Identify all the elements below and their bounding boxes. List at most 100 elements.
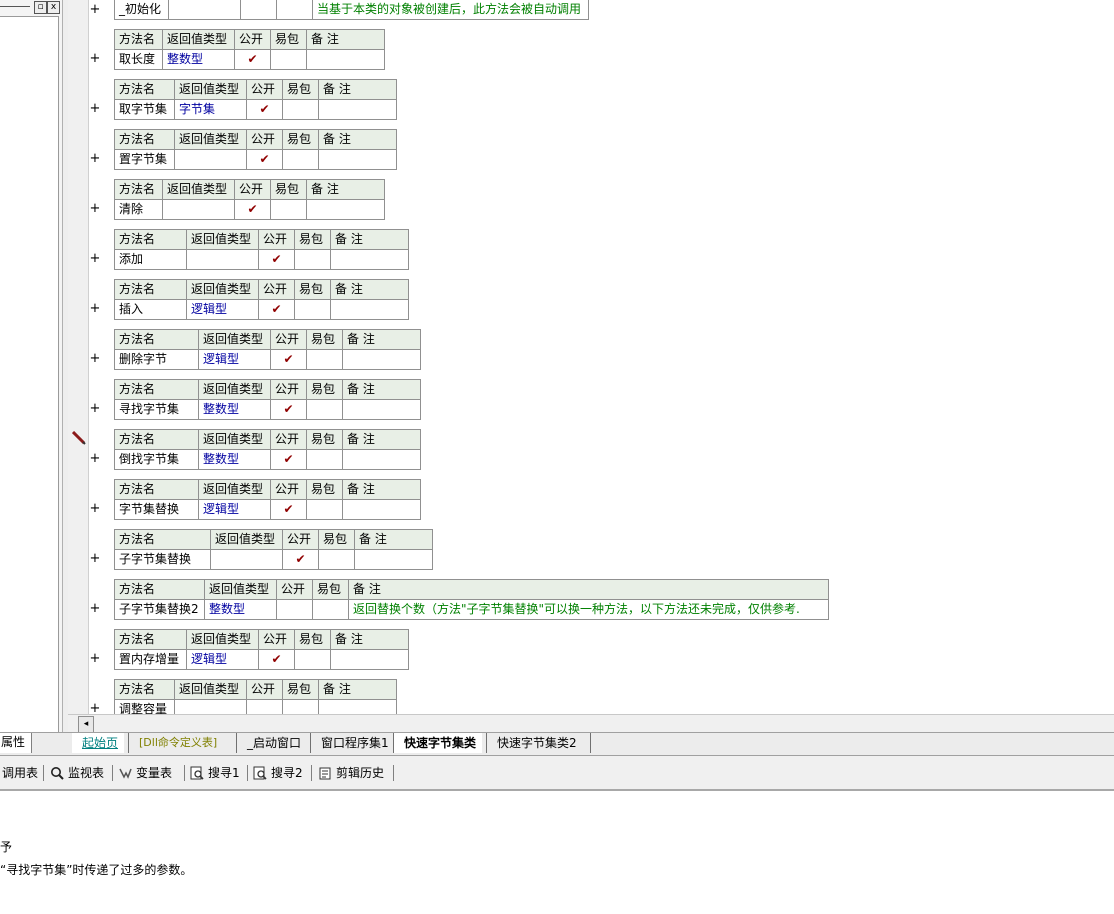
watch-table-button[interactable]: 监视表 xyxy=(50,765,104,781)
method-return-type[interactable] xyxy=(168,0,241,20)
method-easy-package[interactable] xyxy=(294,249,331,270)
method-public-checkbox[interactable]: ✔ xyxy=(246,149,283,170)
method-return-type[interactable] xyxy=(174,699,247,714)
method-easy-package[interactable] xyxy=(306,349,343,370)
method-note[interactable] xyxy=(342,449,421,470)
method-name[interactable]: 字节集替换 xyxy=(114,499,199,520)
method-return-type[interactable]: 整数型 xyxy=(198,399,271,420)
method-return-type[interactable] xyxy=(210,549,283,570)
method-name[interactable]: 取字节集 xyxy=(114,99,175,120)
method-note[interactable] xyxy=(318,99,397,120)
search2-button[interactable]: 搜寻2 xyxy=(253,765,303,781)
method-return-type[interactable] xyxy=(162,199,235,220)
method-name[interactable]: 倒找字节集 xyxy=(114,449,199,470)
method-note[interactable]: 返回替换个数（方法"子字节集替换"可以换一种方法，以下方法还未完成，仅供参考. xyxy=(348,599,829,620)
expand-toggle[interactable]: + xyxy=(89,502,101,516)
method-public[interactable] xyxy=(240,0,277,20)
expand-toggle[interactable]: + xyxy=(89,652,101,666)
method-note[interactable] xyxy=(330,299,409,320)
method-note[interactable] xyxy=(306,199,385,220)
method-note[interactable] xyxy=(342,499,421,520)
expand-toggle[interactable]: + xyxy=(89,702,101,715)
method-name[interactable]: 删除字节 xyxy=(114,349,199,370)
method-note[interactable] xyxy=(306,49,385,70)
method-name[interactable]: 置内存增量 xyxy=(114,649,187,670)
search1-button[interactable]: 搜寻1 xyxy=(190,765,240,781)
method-note[interactable] xyxy=(330,649,409,670)
variable-table-button[interactable]: 变量表 xyxy=(118,765,172,781)
method-public-checkbox[interactable]: ✔ xyxy=(282,549,319,570)
expand-toggle[interactable]: + xyxy=(89,302,101,316)
method-public-checkbox[interactable]: ✔ xyxy=(270,349,307,370)
method-name[interactable]: 置字节集 xyxy=(114,149,175,170)
method-easy-package[interactable] xyxy=(282,699,319,714)
method-return-type[interactable]: 逻辑型 xyxy=(186,299,259,320)
expand-toggle[interactable]: + xyxy=(89,602,101,616)
method-easy-package[interactable] xyxy=(282,99,319,120)
method-public-checkbox[interactable]: ✔ xyxy=(234,199,271,220)
pin-icon[interactable]: ▫ xyxy=(34,1,47,14)
method-easy-package[interactable] xyxy=(318,549,355,570)
method-easy-package[interactable] xyxy=(306,499,343,520)
method-public-checkbox[interactable]: ✔ xyxy=(258,299,295,320)
method-note[interactable] xyxy=(318,699,397,714)
call-table-button[interactable]: 调用表 xyxy=(2,765,38,781)
method-public-checkbox[interactable]: ✔ xyxy=(270,399,307,420)
tab-properties[interactable]: 属性 xyxy=(0,733,32,753)
expand-toggle[interactable]: + xyxy=(89,52,101,66)
method-name[interactable]: 清除 xyxy=(114,199,163,220)
method-easy-package[interactable] xyxy=(276,0,313,20)
expand-toggle[interactable]: + xyxy=(89,202,101,216)
method-return-type[interactable]: 逻辑型 xyxy=(198,349,271,370)
method-return-type[interactable]: 整数型 xyxy=(198,449,271,470)
method-note[interactable] xyxy=(342,349,421,370)
method-note[interactable] xyxy=(354,549,433,570)
tab-dll-commands[interactable]: [Dll命令定义表] xyxy=(128,733,223,753)
method-return-type[interactable]: 逻辑型 xyxy=(198,499,271,520)
expand-toggle[interactable]: + xyxy=(89,552,101,566)
method-name[interactable]: 子字节集替换 xyxy=(114,549,211,570)
class-code-editor[interactable]: + _初始化 当基于本类的对象被创建后，此方法会被自动调用 + 方法名 返回值类型公… xyxy=(68,0,1114,714)
method-easy-package[interactable] xyxy=(270,199,307,220)
method-easy-package[interactable] xyxy=(306,399,343,420)
scroll-left-icon[interactable]: ◂ xyxy=(78,716,94,733)
method-easy-package[interactable] xyxy=(294,649,331,670)
method-public-checkbox[interactable]: ✔ xyxy=(258,249,295,270)
method-note[interactable]: 当基于本类的对象被创建后，此方法会被自动调用 xyxy=(312,0,589,20)
method-public-checkbox[interactable]: ✔ xyxy=(258,649,295,670)
tab-start-page[interactable]: 起始页 xyxy=(72,733,125,753)
method-note[interactable] xyxy=(342,399,421,420)
method-return-type[interactable]: 整数型 xyxy=(204,599,277,620)
method-easy-package[interactable] xyxy=(294,299,331,320)
method-name[interactable]: _初始化 xyxy=(114,0,169,20)
method-easy-package[interactable] xyxy=(270,49,307,70)
method-easy-package[interactable] xyxy=(306,449,343,470)
method-easy-package[interactable] xyxy=(312,599,349,620)
method-public-checkbox[interactable]: ✔ xyxy=(270,499,307,520)
method-return-type[interactable]: 字节集 xyxy=(174,99,247,120)
method-public-checkbox[interactable] xyxy=(276,599,313,620)
expand-toggle[interactable]: + xyxy=(89,252,101,266)
expand-toggle[interactable]: + xyxy=(89,352,101,366)
method-return-type[interactable] xyxy=(186,249,259,270)
output-panel[interactable]: 予 “寻找字节集”时传递了过多的参数。 xyxy=(0,791,1114,914)
expand-toggle[interactable]: + xyxy=(89,3,101,17)
expand-toggle[interactable]: + xyxy=(89,102,101,116)
tab-window-module1[interactable]: 窗口程序集1 xyxy=(310,733,395,753)
horizontal-scrollbar[interactable]: ◂ xyxy=(68,714,1114,733)
expand-toggle[interactable]: + xyxy=(89,452,101,466)
expand-toggle[interactable]: + xyxy=(89,402,101,416)
clip-history-button[interactable]: 剪辑历史 xyxy=(318,765,384,781)
method-note[interactable] xyxy=(330,249,409,270)
property-list[interactable] xyxy=(0,16,59,733)
close-icon[interactable]: x xyxy=(47,1,60,14)
method-public-checkbox[interactable]: ✔ xyxy=(246,99,283,120)
method-name[interactable]: 子字节集替换2 xyxy=(114,599,205,620)
tab-fast-bytes-class2[interactable]: 快速字节集类2 xyxy=(486,733,583,753)
tab-startup-window[interactable]: _启动窗口 xyxy=(236,733,307,753)
expand-toggle[interactable]: + xyxy=(89,152,101,166)
method-name[interactable]: 寻找字节集 xyxy=(114,399,199,420)
method-name[interactable]: 取长度 xyxy=(114,49,163,70)
method-name[interactable]: 添加 xyxy=(114,249,187,270)
method-public-checkbox[interactable]: ✔ xyxy=(234,49,271,70)
